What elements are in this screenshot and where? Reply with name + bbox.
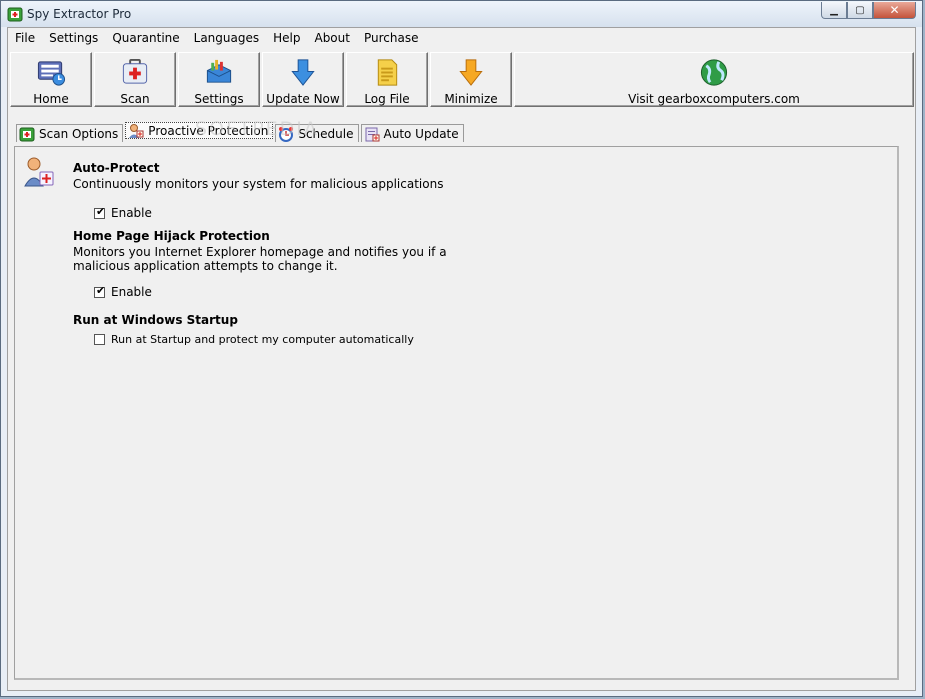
menu-quarantine[interactable]: Quarantine (105, 28, 186, 48)
update-now-label: Update Now (266, 92, 340, 106)
auto-protect-enable-label: Enable (111, 206, 152, 220)
settings-button[interactable]: Settings (178, 52, 260, 107)
medical-kit-icon (122, 58, 148, 84)
menu-settings[interactable]: Settings (42, 28, 105, 48)
toolbox-icon (206, 59, 232, 83)
hijack-protection-description-line1: Monitors you Internet Explorer homepage … (73, 245, 447, 259)
scan-options-icon (19, 127, 35, 141)
hijack-enable-label: Enable (111, 285, 152, 299)
scan-label: Scan (120, 92, 150, 106)
home-icon (37, 61, 66, 86)
startup-checkbox-box[interactable] (94, 334, 105, 345)
menu-purchase[interactable]: Purchase (357, 28, 426, 48)
user-protection-icon (24, 157, 54, 187)
minimize-window-button[interactable]: ▁ (821, 2, 847, 19)
log-file-button[interactable]: Log File (346, 52, 428, 107)
down-arrow-icon (459, 59, 483, 86)
globe-icon (700, 59, 728, 86)
hijack-protection-description-line2: malicious application attempts to change… (73, 259, 338, 273)
menu-about[interactable]: About (307, 28, 356, 48)
startup-title: Run at Windows Startup (73, 313, 238, 327)
menu-file[interactable]: File (8, 28, 42, 48)
update-now-button[interactable]: Update Now (262, 52, 344, 107)
hijack-enable-checkbox[interactable]: ✔ Enable (94, 285, 152, 299)
run-at-startup-label: Run at Startup and protect my computer a… (111, 333, 414, 346)
hijack-protection-title: Home Page Hijack Protection (73, 229, 270, 243)
app-icon (7, 7, 23, 22)
document-icon (377, 59, 398, 86)
visit-website-label: Visit gearboxcomputers.com (628, 92, 800, 106)
tab-scan-options-label: Scan Options (39, 126, 119, 141)
download-arrow-icon (291, 59, 315, 86)
auto-protect-enable-checkbox[interactable]: ✔ Enable (94, 206, 152, 220)
menu-bar: File Settings Quarantine Languages Help … (8, 28, 915, 48)
auto-update-icon (365, 127, 379, 141)
auto-protect-title: Auto-Protect (73, 161, 160, 175)
minimize-label: Minimize (444, 92, 498, 106)
menu-help[interactable]: Help (266, 28, 307, 48)
window-title: Spy Extractor Pro (27, 7, 132, 21)
toolbar: Home Scan Settings Update Now Log File M… (10, 52, 916, 109)
scan-button[interactable]: Scan (94, 52, 176, 107)
home-button[interactable]: Home (10, 52, 92, 107)
tab-scan-options[interactable]: Scan Options (16, 124, 124, 142)
auto-protect-description: Continuously monitors your system for ma… (73, 177, 444, 191)
tab-auto-update[interactable]: Auto Update (360, 124, 464, 142)
tab-auto-update-label: Auto Update (383, 126, 459, 141)
proactive-protection-panel: Auto-Protect Continuously monitors your … (14, 146, 899, 680)
visit-website-button[interactable]: Visit gearboxcomputers.com (514, 52, 914, 107)
app-window: Spy Extractor Pro ▁ ▢ ✕ File Settings Qu… (0, 0, 923, 697)
menu-languages[interactable]: Languages (187, 28, 266, 48)
settings-label: Settings (194, 92, 244, 106)
watermark: SOFTPEDIA (195, 118, 319, 140)
minimize-button[interactable]: Minimize (430, 52, 512, 107)
title-bar[interactable]: Spy Extractor Pro ▁ ▢ ✕ (1, 1, 922, 27)
client-area: File Settings Quarantine Languages Help … (7, 27, 916, 691)
close-window-button[interactable]: ✕ (873, 2, 916, 19)
proactive-protection-icon (129, 123, 144, 138)
maximize-window-button[interactable]: ▢ (847, 2, 873, 19)
home-label: Home (33, 92, 69, 106)
auto-protect-checkbox-box[interactable]: ✔ (94, 206, 105, 219)
run-at-startup-checkbox[interactable]: Run at Startup and protect my computer a… (94, 333, 414, 346)
hijack-checkbox-box[interactable]: ✔ (94, 285, 105, 298)
log-file-label: Log File (364, 92, 410, 106)
